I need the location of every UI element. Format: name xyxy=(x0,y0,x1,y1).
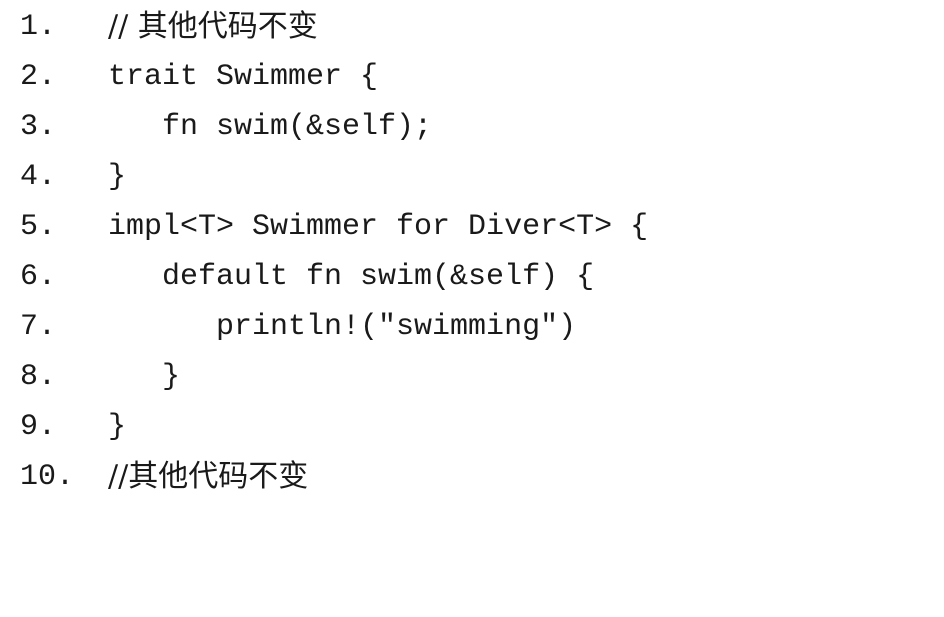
line-code: } xyxy=(108,410,127,444)
code-line: 3. fn swim(&self); xyxy=(20,107,930,157)
line-number: 7. xyxy=(20,310,57,344)
line-code: } xyxy=(108,360,181,394)
code-line: 9. } xyxy=(20,407,930,457)
line-number: 4. xyxy=(20,160,57,194)
line-number: 5. xyxy=(20,210,57,244)
line-code: println!("swimming") xyxy=(108,310,577,344)
code-line: 5. impl<T> Swimmer for Diver<T> { xyxy=(20,207,930,257)
line-code: trait Swimmer { xyxy=(108,60,379,94)
code-line: 7. println!("swimming") xyxy=(20,307,930,357)
line-code: default fn swim(&self) { xyxy=(108,260,595,294)
line-code: //其他代码不变 xyxy=(108,459,309,494)
line-code: impl<T> Swimmer for Diver<T> { xyxy=(108,210,649,244)
line-code: // 其他代码不变 xyxy=(108,9,318,44)
line-code: } xyxy=(108,160,127,194)
line-number: 6. xyxy=(20,260,57,294)
line-number: 8. xyxy=(20,360,57,394)
line-code: fn swim(&self); xyxy=(108,110,433,144)
line-number: 10. xyxy=(20,460,75,494)
line-number: 9. xyxy=(20,410,57,444)
code-line: 2. trait Swimmer { xyxy=(20,57,930,107)
code-line: 8. } xyxy=(20,357,930,407)
code-line: 10. //其他代码不变 xyxy=(20,457,930,507)
line-number: 3. xyxy=(20,110,57,144)
line-number: 2. xyxy=(20,60,57,94)
code-line: 1. // 其他代码不变 xyxy=(20,7,930,57)
line-number: 1. xyxy=(20,10,57,44)
code-line: 4. } xyxy=(20,157,930,207)
code-line: 6. default fn swim(&self) { xyxy=(20,257,930,307)
code-listing: 1. // 其他代码不变 2. trait Swimmer { 3. fn sw… xyxy=(20,7,930,507)
